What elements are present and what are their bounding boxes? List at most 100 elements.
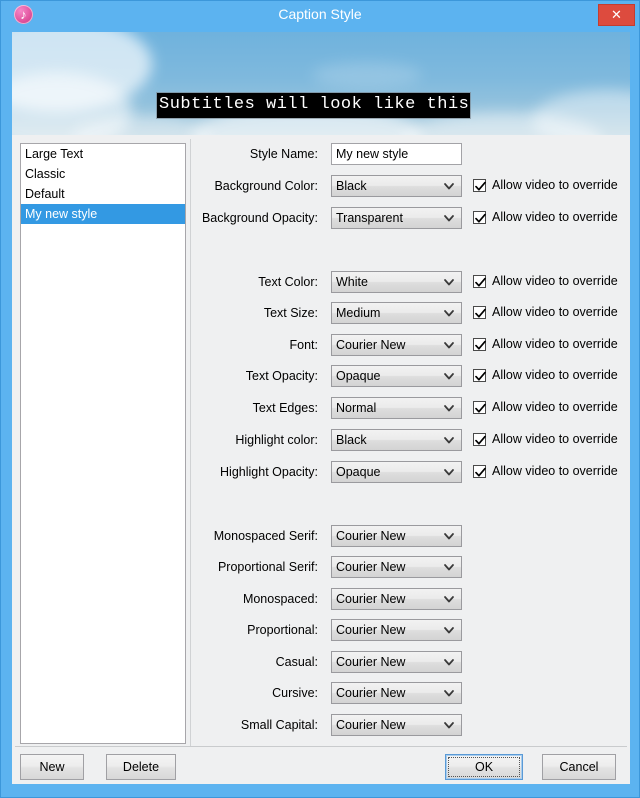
row-background-setting: Background Color: Black Allow video to ove… xyxy=(190,175,630,199)
background-setting-selected-value: Transparent xyxy=(336,211,403,225)
font-family-setting-label: Casual: xyxy=(275,655,318,669)
row-text-setting: Text Color: White Allow video to override xyxy=(190,271,630,295)
style-name-label: Style Name: xyxy=(249,147,318,161)
caption-style-dialog: ♪ Caption Style ✕ Subtitles will look li… xyxy=(0,0,640,798)
new-button[interactable]: New xyxy=(20,754,84,780)
ok-button[interactable]: OK xyxy=(445,754,523,780)
row-text-setting: Text Opacity: Opaque Allow video to overri… xyxy=(190,365,630,389)
checkbox-box xyxy=(473,369,486,382)
background-setting-selected-value: Black xyxy=(336,179,367,193)
font-family-setting-selected-value: Courier New xyxy=(336,623,406,637)
horizontal-divider xyxy=(15,746,627,747)
allow-video-override-label: Allow video to override xyxy=(492,368,618,382)
checkbox-box xyxy=(473,433,486,446)
chevron-down-icon xyxy=(443,593,455,605)
row-font-family-setting: Small Capital: Courier New xyxy=(190,714,630,738)
text-setting-label: Text Color: xyxy=(258,275,318,289)
list-item[interactable]: Large Text xyxy=(21,144,185,164)
row-font-family-setting: Monospaced Serif: Courier New xyxy=(190,525,630,549)
checkbox-box xyxy=(473,401,486,414)
allow-video-override-label: Allow video to override xyxy=(492,178,618,192)
font-family-setting-dropdown[interactable]: Courier New xyxy=(331,682,462,704)
font-family-setting-dropdown[interactable]: Courier New xyxy=(331,556,462,578)
font-family-setting-selected-value: Courier New xyxy=(336,718,406,732)
chevron-down-icon xyxy=(443,466,455,478)
chevron-down-icon xyxy=(443,561,455,573)
style-name-input[interactable] xyxy=(331,143,462,165)
allow-video-override-label: Allow video to override xyxy=(492,464,618,478)
chevron-down-icon xyxy=(443,687,455,699)
list-item[interactable]: Classic xyxy=(21,164,185,184)
row-text-setting: Highlight color: Black Allow video to over… xyxy=(190,429,630,453)
text-setting-dropdown[interactable]: White xyxy=(331,271,462,293)
text-setting-dropdown[interactable]: Opaque xyxy=(331,461,462,483)
chevron-down-icon xyxy=(443,212,455,224)
text-setting-dropdown[interactable]: Black xyxy=(331,429,462,451)
font-family-setting-selected-value: Courier New xyxy=(336,686,406,700)
font-family-setting-label: Monospaced: xyxy=(242,592,318,606)
text-setting-dropdown[interactable]: Opaque xyxy=(331,365,462,387)
page-title: Caption Style xyxy=(278,6,362,22)
allow-video-override-label: Allow video to override xyxy=(492,432,618,446)
delete-button[interactable]: Delete xyxy=(106,754,176,780)
text-setting-label: Highlight color: xyxy=(235,433,318,447)
row-font-family-setting: Cursive: Courier New xyxy=(190,682,630,706)
row-background-setting: Background Opacity: Transparent Allow vide… xyxy=(190,207,630,231)
text-setting-selected-value: Courier New xyxy=(336,338,406,352)
text-setting-selected-value: Black xyxy=(336,433,367,447)
dialog-body: Large Text Classic Default My new style Sty… xyxy=(12,135,630,784)
text-setting-label: Text Opacity: xyxy=(245,369,318,383)
titlebar: ♪ Caption Style ✕ xyxy=(1,1,639,29)
chevron-down-icon xyxy=(443,719,455,731)
list-item[interactable]: My new style xyxy=(21,204,185,224)
text-setting-label: Text Edges: xyxy=(252,401,318,415)
font-family-setting-dropdown[interactable]: Courier New xyxy=(331,619,462,641)
font-family-setting-label: Monospaced Serif: xyxy=(213,529,318,543)
background-setting-label: Background Color: xyxy=(214,179,318,193)
row-text-setting: Font: Courier New Allow video to override xyxy=(190,334,630,358)
dialog-footer: New Delete OK Cancel xyxy=(12,750,630,784)
font-family-setting-dropdown[interactable]: Courier New xyxy=(331,588,462,610)
font-family-setting-dropdown[interactable]: Courier New xyxy=(331,525,462,547)
font-family-setting-selected-value: Courier New xyxy=(336,592,406,606)
allow-video-override-label: Allow video to override xyxy=(492,305,618,319)
allow-video-override-label: Allow video to override xyxy=(492,210,618,224)
text-setting-selected-value: Opaque xyxy=(336,465,381,479)
row-style-name: Style Name: xyxy=(190,143,630,167)
font-family-setting-selected-value: Courier New xyxy=(336,529,406,543)
chevron-down-icon xyxy=(443,276,455,288)
row-text-setting: Text Edges: Normal Allow video to override xyxy=(190,397,630,421)
chevron-down-icon xyxy=(443,402,455,414)
font-family-setting-dropdown[interactable]: Courier New xyxy=(331,714,462,736)
caption-preview-area: Subtitles will look like this xyxy=(12,32,630,135)
background-setting-dropdown[interactable]: Transparent xyxy=(331,207,462,229)
background-setting-dropdown[interactable]: Black xyxy=(331,175,462,197)
row-font-family-setting: Proportional: Courier New xyxy=(190,619,630,643)
list-item[interactable]: Default xyxy=(21,184,185,204)
chevron-down-icon xyxy=(443,180,455,192)
font-family-setting-label: Proportional: xyxy=(247,623,318,637)
checkbox-box xyxy=(473,306,486,319)
font-family-setting-dropdown[interactable]: Courier New xyxy=(331,651,462,673)
row-font-family-setting: Monospaced: Courier New xyxy=(190,588,630,612)
checkbox-box xyxy=(473,179,486,192)
cancel-button[interactable]: Cancel xyxy=(542,754,616,780)
style-settings-form: Style Name: Background Color: Black Allow … xyxy=(190,135,630,746)
text-setting-dropdown[interactable]: Courier New xyxy=(331,334,462,356)
caption-sample-box: Subtitles will look like this xyxy=(157,93,471,118)
row-font-family-setting: Casual: Courier New xyxy=(190,651,630,675)
text-setting-label: Font: xyxy=(289,338,319,352)
font-family-setting-selected-value: Courier New xyxy=(336,655,406,669)
styles-listbox[interactable]: Large Text Classic Default My new style xyxy=(20,143,186,744)
text-setting-label: Highlight Opacity: xyxy=(220,465,318,479)
text-setting-dropdown[interactable]: Normal xyxy=(331,397,462,419)
text-setting-dropdown[interactable]: Medium xyxy=(331,302,462,324)
text-setting-selected-value: Opaque xyxy=(336,369,381,383)
background-setting-label: Background Opacity: xyxy=(201,211,318,225)
close-icon[interactable]: ✕ xyxy=(598,4,635,26)
ok-button-label: OK xyxy=(474,760,494,774)
cloud-decoration xyxy=(312,62,422,88)
chevron-down-icon xyxy=(443,307,455,319)
chevron-down-icon xyxy=(443,370,455,382)
font-family-setting-label: Small Capital: xyxy=(240,718,318,732)
